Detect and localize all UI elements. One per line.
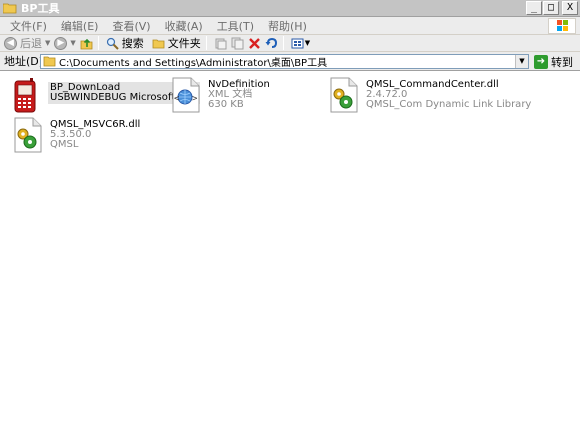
delete-x-icon xyxy=(248,37,261,50)
back-button[interactable]: ◀ 后退 ▼ xyxy=(4,36,50,51)
toolbar-separator xyxy=(205,36,207,50)
menu-help[interactable]: 帮助(H) xyxy=(261,18,314,34)
dll-gear-icon xyxy=(12,117,44,153)
maximize-button[interactable]: □ xyxy=(543,1,559,15)
svg-text:<: < xyxy=(174,94,180,104)
address-dropdown-button[interactable]: ▼ xyxy=(515,55,528,68)
undo-icon xyxy=(265,37,278,50)
go-arrow-icon: ➜ xyxy=(534,55,548,69)
views-grid-icon xyxy=(291,37,304,50)
folder-icon xyxy=(2,2,17,14)
address-bar: 地址(D) C:\Documents and Settings\Administ… xyxy=(0,52,580,71)
menu-tools[interactable]: 工具(T) xyxy=(210,18,261,34)
windows-logo-icon xyxy=(548,18,576,34)
menu-bar: 文件(F) 编辑(E) 查看(V) 收藏(A) 工具(T) 帮助(H) xyxy=(0,17,580,35)
menu-favorites[interactable]: 收藏(A) xyxy=(158,18,210,34)
folders-icon xyxy=(152,37,165,50)
forward-button[interactable]: ▶ ▼ xyxy=(54,36,76,51)
chevron-down-icon: ▼ xyxy=(70,39,76,47)
chevron-down-icon: ▼ xyxy=(304,39,311,47)
menu-file[interactable]: 文件(F) xyxy=(3,18,54,34)
file-description: QMSL xyxy=(50,139,79,150)
address-input[interactable]: C:\Documents and Settings\Administrator\… xyxy=(40,54,529,69)
address-path: C:\Documents and Settings\Administrator\… xyxy=(59,58,328,69)
dll-gear-icon xyxy=(328,77,360,113)
phone-app-icon xyxy=(10,78,42,114)
address-label: 地址(D) xyxy=(4,55,44,68)
svg-text:>: > xyxy=(192,94,198,104)
folders-label: 文件夹 xyxy=(167,37,201,50)
window-title: BP工具 xyxy=(21,2,60,15)
toolbar-separator xyxy=(282,36,284,50)
toolbar: ◀ 后退 ▼ ▶ ▼ 搜索 文件夹 ▼ xyxy=(0,35,580,52)
menu-edit[interactable]: 编辑(E) xyxy=(54,18,106,34)
move-to-icon xyxy=(214,37,227,50)
folder-icon xyxy=(43,55,56,68)
back-label: 后退 xyxy=(20,37,42,50)
file-size: 630 KB xyxy=(208,99,244,110)
close-button[interactable]: X xyxy=(562,1,578,15)
up-folder-icon xyxy=(80,37,93,50)
file-item-qmsl-commandcenter[interactable]: QMSL_CommandCenter.dll 2.4.72.0 QMSL_Com… xyxy=(328,77,531,113)
back-arrow-icon: ◀ xyxy=(4,36,17,50)
delete-button[interactable] xyxy=(248,36,261,51)
menu-view[interactable]: 查看(V) xyxy=(105,18,157,34)
file-list[interactable]: BP_DownLoad USBWINDEBUG Microsoft 基... <… xyxy=(0,72,580,435)
title-bar[interactable]: BP工具 _ □ X xyxy=(0,0,580,17)
toolbar-separator xyxy=(97,36,99,50)
file-description: QMSL_Com Dynamic Link Library xyxy=(366,99,532,110)
folders-button[interactable]: 文件夹 xyxy=(152,36,201,51)
undo-button[interactable] xyxy=(265,36,278,51)
up-folder-button[interactable] xyxy=(80,36,93,51)
file-item-nvdefinition[interactable]: < > NvDefinition XML 文档 630 KB xyxy=(170,77,270,113)
file-item-qmsl-msvc6r[interactable]: QMSL_MSVC6R.dll 5.3.50.0 QMSL xyxy=(12,117,140,153)
views-button[interactable]: ▼ xyxy=(291,36,310,51)
minimize-button[interactable]: _ xyxy=(526,1,542,15)
copy-to-icon xyxy=(231,37,244,50)
search-button[interactable]: 搜索 xyxy=(106,36,144,51)
search-label: 搜索 xyxy=(121,37,144,50)
chevron-down-icon: ▼ xyxy=(45,39,51,47)
copy-to-button[interactable] xyxy=(231,36,244,51)
go-button[interactable]: ➜ 转到 xyxy=(534,54,573,70)
forward-arrow-icon: ▶ xyxy=(54,36,68,50)
xml-document-icon: < > xyxy=(170,77,202,113)
move-to-button[interactable] xyxy=(214,36,227,51)
go-label: 转到 xyxy=(551,56,573,69)
search-icon xyxy=(106,37,119,50)
